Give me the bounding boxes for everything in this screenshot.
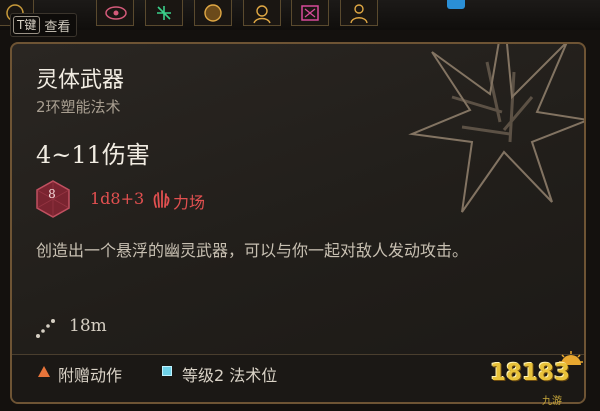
bonus-action-icon [38, 366, 50, 377]
spell-title: 灵体武器 [36, 68, 125, 93]
damage-formula: 1d8+3 [90, 189, 145, 208]
figure-icon [350, 4, 368, 24]
rune-icon [157, 6, 171, 20]
spell-range: 18m [69, 316, 107, 336]
face-icon [253, 5, 271, 24]
hotbar-slot[interactable] [145, 0, 183, 26]
spell-slot-cost: 等级2 法术位 [182, 366, 278, 385]
gem-icon [447, 0, 465, 9]
eye-icon [105, 6, 127, 20]
dice-face-value: 8 [48, 187, 56, 201]
d8-dice-icon: 8 [36, 180, 70, 222]
action-cost: 附赠动作 [58, 366, 123, 385]
watermark-logo: 18183 九游 [480, 348, 592, 408]
range-icon [36, 319, 55, 338]
spell-slot-icon [162, 366, 172, 376]
hotbar [0, 0, 600, 30]
hotbar-slot[interactable] [243, 0, 281, 26]
hotbar-slot[interactable] [194, 0, 232, 26]
key-hint[interactable]: T键 查看 [10, 13, 78, 37]
rune-icon [301, 5, 319, 21]
spiritual-weapon-art-icon [408, 44, 584, 213]
mask-icon [204, 4, 222, 22]
watermark-subtext: 九游 [542, 396, 562, 407]
watermark-text: 18183 [490, 360, 571, 386]
spell-subtitle: 2环塑能法术 [36, 98, 121, 116]
damage-range: 4~11伤害 [36, 141, 150, 169]
hotbar-slot[interactable] [291, 0, 329, 26]
key-hint-label: 查看 [44, 19, 71, 35]
spell-description: 创造出一个悬浮的幽灵武器，可以与你一起对敌人发动攻击。 [36, 241, 469, 260]
damage-type: 力场 [173, 193, 206, 212]
key-cap: T键 [13, 16, 41, 34]
force-hand-icon [153, 190, 170, 208]
hotbar-slot[interactable] [340, 0, 378, 26]
hotbar-slot[interactable] [96, 0, 134, 26]
